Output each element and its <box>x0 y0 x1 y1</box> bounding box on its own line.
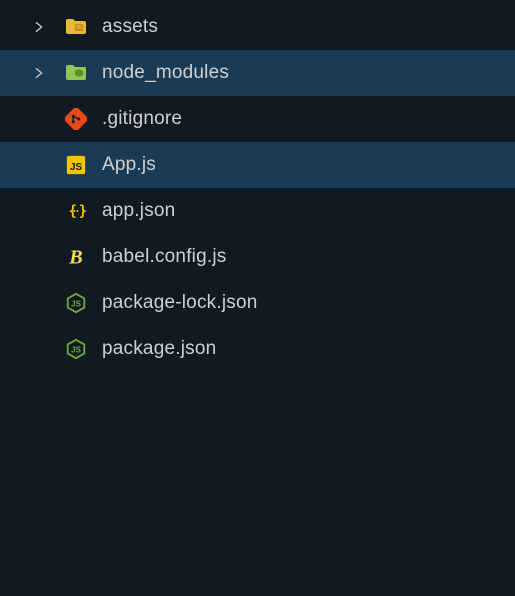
tree-item-label: app.json <box>102 200 175 222</box>
tree-item-label: .gitignore <box>102 108 182 130</box>
git-icon <box>64 107 88 131</box>
tree-item-folder-node-modules[interactable]: node_modules <box>0 50 515 96</box>
babel-icon: B <box>64 245 88 269</box>
svg-text:B: B <box>68 246 82 268</box>
chevron-right-icon <box>30 18 48 36</box>
tree-item-label: assets <box>102 16 158 38</box>
js-icon: JS <box>64 153 88 177</box>
tree-item-file-package-lock[interactable]: JS package-lock.json <box>0 280 515 326</box>
file-tree: assets node_modules .gitignore <box>0 0 515 372</box>
tree-item-label: package-lock.json <box>102 292 257 314</box>
tree-item-file-babel-config[interactable]: B babel.config.js <box>0 234 515 280</box>
svg-text:JS: JS <box>71 346 82 355</box>
nodejs-icon: JS <box>64 337 88 361</box>
tree-item-file-gitignore[interactable]: .gitignore <box>0 96 515 142</box>
tree-item-label: babel.config.js <box>102 246 226 268</box>
svg-text:}: } <box>79 204 87 220</box>
svg-text:JS: JS <box>70 162 83 173</box>
folder-assets-icon <box>64 15 88 39</box>
tree-item-label: node_modules <box>102 62 229 84</box>
json-icon: { } <box>64 199 88 223</box>
svg-text:{: { <box>69 204 77 220</box>
tree-item-file-app-json[interactable]: { } app.json <box>0 188 515 234</box>
tree-item-label: package.json <box>102 338 216 360</box>
tree-item-folder-assets[interactable]: assets <box>0 4 515 50</box>
tree-item-file-package-json[interactable]: JS package.json <box>0 326 515 372</box>
tree-item-label: App.js <box>102 154 156 176</box>
chevron-right-icon <box>30 64 48 82</box>
nodejs-icon: JS <box>64 291 88 315</box>
svg-text:JS: JS <box>71 300 82 309</box>
tree-item-file-app-js[interactable]: JS App.js <box>0 142 515 188</box>
folder-node-icon <box>64 61 88 85</box>
